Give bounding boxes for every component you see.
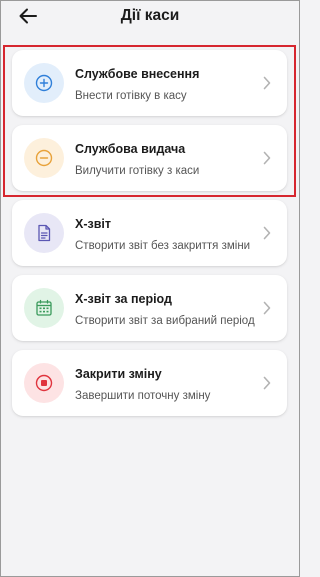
chevron-right-icon — [263, 151, 271, 165]
card-subtitle: Створити звіт без закриття зміни — [75, 240, 251, 252]
icon-circle — [24, 288, 64, 328]
chevron-right-icon — [263, 226, 271, 240]
card-title: Службова видача — [75, 142, 186, 156]
card-subtitle: Вилучити готівку з каси — [75, 165, 200, 177]
card-title: Службове внесення — [75, 67, 200, 81]
document-icon — [38, 224, 51, 242]
service-deposit-card[interactable]: Службове внесення Внести готівку в касу — [12, 50, 287, 116]
chevron-right-icon — [263, 76, 271, 90]
app-bar: Дії каси — [0, 0, 300, 36]
card-title: Закрити зміну — [75, 367, 162, 381]
plus-circle-icon — [35, 74, 53, 92]
service-withdrawal-card[interactable]: Службова видача Вилучити готівку з каси — [12, 125, 287, 191]
chevron-right-icon — [263, 376, 271, 390]
icon-circle — [24, 138, 64, 178]
chevron-right-icon — [263, 301, 271, 315]
icon-circle — [24, 63, 64, 103]
x-report-period-card[interactable]: Х-звіт за період Створити звіт за вибран… — [12, 275, 287, 341]
card-title: Х-звіт за період — [75, 292, 172, 306]
card-subtitle: Внести готівку в касу — [75, 90, 187, 102]
card-title: Х-звіт — [75, 217, 111, 231]
card-subtitle: Створити звіт за вибраний період — [75, 315, 255, 327]
icon-circle — [24, 363, 64, 403]
card-subtitle: Завершити поточну зміну — [75, 390, 211, 402]
icon-circle — [24, 213, 64, 253]
page-title: Дії каси — [120, 7, 180, 24]
x-report-card[interactable]: Х-звіт Створити звіт без закриття зміни — [12, 200, 287, 266]
stop-circle-icon — [35, 374, 53, 392]
close-shift-card[interactable]: Закрити зміну Завершити поточну зміну — [12, 350, 287, 416]
minus-circle-icon — [35, 149, 53, 167]
calendar-icon — [36, 299, 52, 316]
